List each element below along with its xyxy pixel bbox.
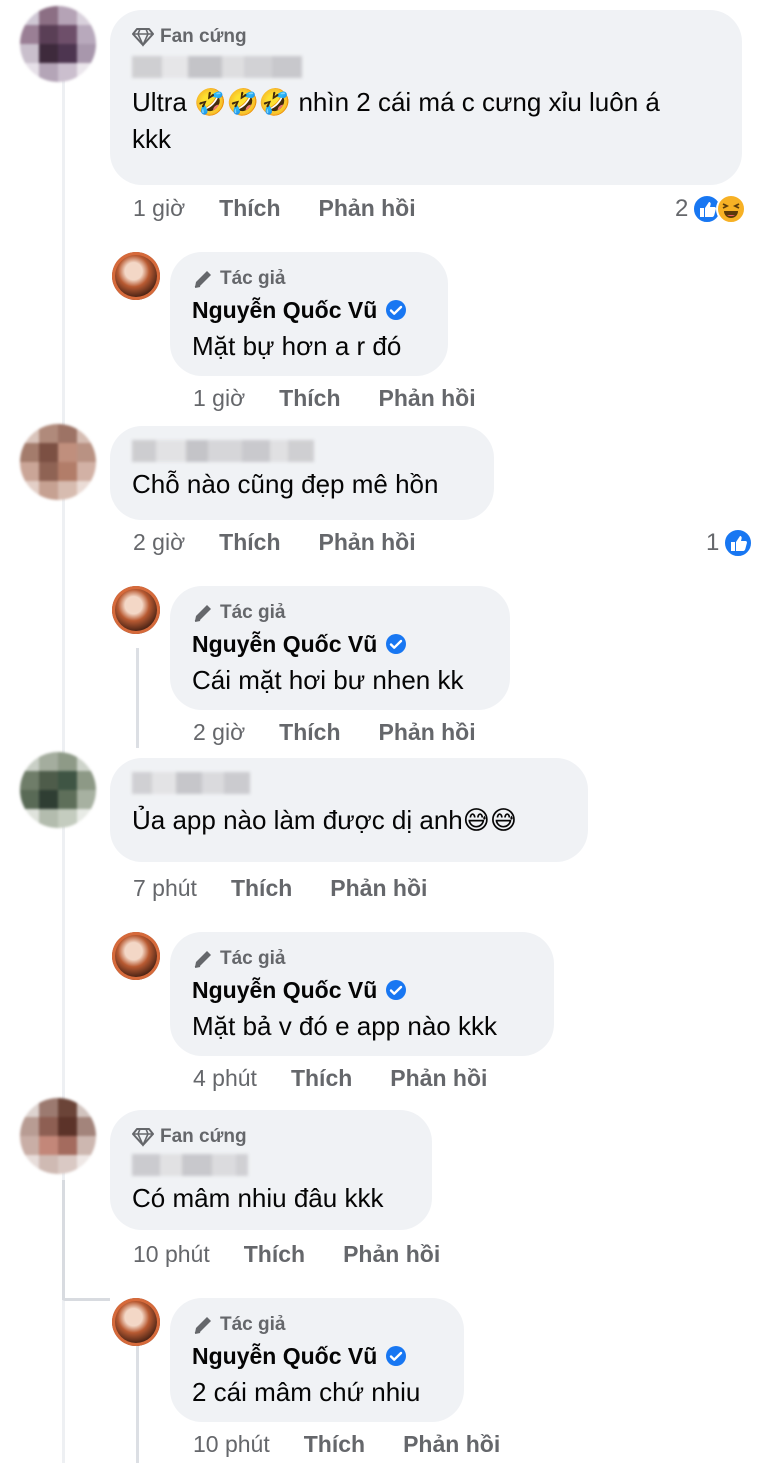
reply-time: 4 phút (193, 1065, 257, 1091)
reply-button[interactable]: Phản hồi (379, 385, 476, 412)
comment-bubble: Fan cứng Ultra 🤣🤣🤣 nhìn 2 cái má c cưng … (110, 10, 742, 185)
author-badge-label: Tác giả (220, 602, 286, 623)
author-avatar[interactable] (112, 1298, 160, 1346)
comment-text: Có mâm nhiu đâu kkk (132, 1183, 384, 1213)
reaction-count: 2 (675, 195, 689, 222)
commenter-avatar[interactable] (20, 1098, 96, 1174)
thread-line (136, 648, 139, 748)
reply-actions: 10 phút Thích Phản hồi (193, 1431, 538, 1458)
comment-text: Ủa app nào làm được dị anh😅😅 (132, 805, 517, 835)
reply-actions: 2 giờ Thích Phản hồi (193, 719, 514, 746)
commenter-avatar[interactable] (20, 6, 96, 82)
author-badge: Tác giả (192, 600, 488, 626)
pencil-icon (194, 271, 211, 288)
verified-badge-icon (386, 300, 407, 320)
comment-bubble: Chỗ nào cũng đẹp mê hồn (110, 426, 494, 520)
commenter-avatar[interactable] (20, 752, 96, 828)
blurred-username (132, 56, 720, 78)
comment-thread: Fan cứng Ultra 🤣🤣🤣 nhìn 2 cái má c cưng … (0, 0, 780, 1463)
comment-time: 7 phút (133, 875, 197, 901)
comment-text: kkk (132, 124, 171, 154)
comment-text: Chỗ nào cũng đẹp mê hồn (132, 469, 439, 499)
reply-text: Mặt bự hơn a r đó (192, 331, 402, 361)
fan-badge: Fan cứng (132, 1124, 410, 1150)
reply-text: Mặt bả v đó e app nào kkk (192, 1011, 497, 1041)
blurred-username (132, 772, 566, 794)
author-name[interactable]: Nguyễn Quốc Vũ (192, 631, 377, 658)
author-badge: Tác giả (192, 1312, 442, 1338)
fan-badge-label: Fan cứng (160, 26, 247, 47)
thread-line (62, 1180, 65, 1300)
reply-time: 2 giờ (193, 719, 246, 745)
reply-actions: 4 phút Thích Phản hồi (193, 1065, 525, 1092)
blurred-username (132, 440, 472, 462)
haha-reaction-icon (716, 194, 747, 224)
reply-bubble: Tác giả Nguyễn Quốc Vũ 2 cái mâm chứ nhi… (170, 1298, 464, 1422)
reply-button[interactable]: Phản hồi (390, 1065, 487, 1092)
thread-line (136, 1340, 139, 1463)
comment-actions: 7 phút Thích Phản hồi (133, 875, 465, 902)
reply-time: 10 phút (193, 1431, 270, 1457)
author-badge-label: Tác giả (220, 268, 286, 289)
reply-time: 1 giờ (193, 385, 246, 411)
reply-bubble: Tác giả Nguyễn Quốc Vũ Mặt bự hơn a r đó (170, 252, 448, 376)
like-button[interactable]: Thích (304, 1431, 365, 1458)
comment-text: Ultra 🤣🤣🤣 nhìn 2 cái má c cưng xỉu luôn … (132, 87, 660, 117)
blurred-username (132, 1154, 410, 1176)
like-button[interactable]: Thích (219, 195, 280, 222)
comment-time: 1 giờ (133, 195, 186, 221)
author-avatar[interactable] (112, 932, 160, 980)
like-button[interactable]: Thích (244, 1241, 305, 1268)
reply-button[interactable]: Phản hồi (319, 529, 416, 556)
reply-text: 2 cái mâm chứ nhiu (192, 1377, 421, 1407)
reply-actions: 1 giờ Thích Phản hồi (193, 385, 514, 412)
like-button[interactable]: Thích (291, 1065, 352, 1092)
author-avatar[interactable] (112, 252, 160, 300)
like-button[interactable]: Thích (231, 875, 292, 902)
verified-badge-icon (386, 980, 407, 1000)
pencil-icon (194, 605, 211, 622)
like-reaction-icon (723, 528, 754, 558)
fan-badge: Fan cứng (132, 24, 720, 50)
reaction-summary[interactable]: 1 (706, 528, 754, 558)
commenter-avatar[interactable] (20, 424, 96, 500)
diamond-icon (132, 1128, 154, 1147)
author-badge-label: Tác giả (220, 1314, 286, 1335)
comment-bubble: Fan cứng Có mâm nhiu đâu kkk (110, 1110, 432, 1230)
fan-badge-label: Fan cứng (160, 1126, 247, 1147)
reply-bubble: Tác giả Nguyễn Quốc Vũ Cái mặt hơi bư nh… (170, 586, 510, 710)
author-name[interactable]: Nguyễn Quốc Vũ (192, 297, 377, 324)
diamond-icon (132, 28, 154, 47)
reaction-summary[interactable]: 2 (675, 194, 747, 224)
author-badge: Tác giả (192, 946, 532, 972)
reply-button[interactable]: Phản hồi (379, 719, 476, 746)
reply-bubble: Tác giả Nguyễn Quốc Vũ Mặt bả v đó e app… (170, 932, 554, 1056)
reply-button[interactable]: Phản hồi (319, 195, 416, 222)
comment-actions: 10 phút Thích Phản hồi (133, 1241, 478, 1268)
author-name[interactable]: Nguyễn Quốc Vũ (192, 977, 377, 1004)
comment-time: 10 phút (133, 1241, 210, 1267)
author-avatar[interactable] (112, 586, 160, 634)
thread-line (62, 1298, 110, 1301)
reply-button[interactable]: Phản hồi (403, 1431, 500, 1458)
comment-bubble: Ủa app nào làm được dị anh😅😅 (110, 758, 588, 862)
comment-time: 2 giờ (133, 529, 186, 555)
pencil-icon (194, 1317, 211, 1334)
verified-badge-icon (386, 634, 407, 654)
pencil-icon (194, 951, 211, 968)
reply-button[interactable]: Phản hồi (330, 875, 427, 902)
like-button[interactable]: Thích (279, 719, 340, 746)
author-name[interactable]: Nguyễn Quốc Vũ (192, 1343, 377, 1370)
verified-badge-icon (386, 1346, 407, 1366)
author-badge-label: Tác giả (220, 948, 286, 969)
reply-text: Cái mặt hơi bư nhen kk (192, 665, 464, 695)
reaction-count: 1 (706, 529, 720, 556)
reply-button[interactable]: Phản hồi (343, 1241, 440, 1268)
comment-actions: 1 giờ Thích Phản hồi (133, 195, 454, 222)
like-button[interactable]: Thích (279, 385, 340, 412)
like-button[interactable]: Thích (219, 529, 280, 556)
author-badge: Tác giả (192, 266, 426, 292)
comment-actions: 2 giờ Thích Phản hồi (133, 529, 454, 556)
